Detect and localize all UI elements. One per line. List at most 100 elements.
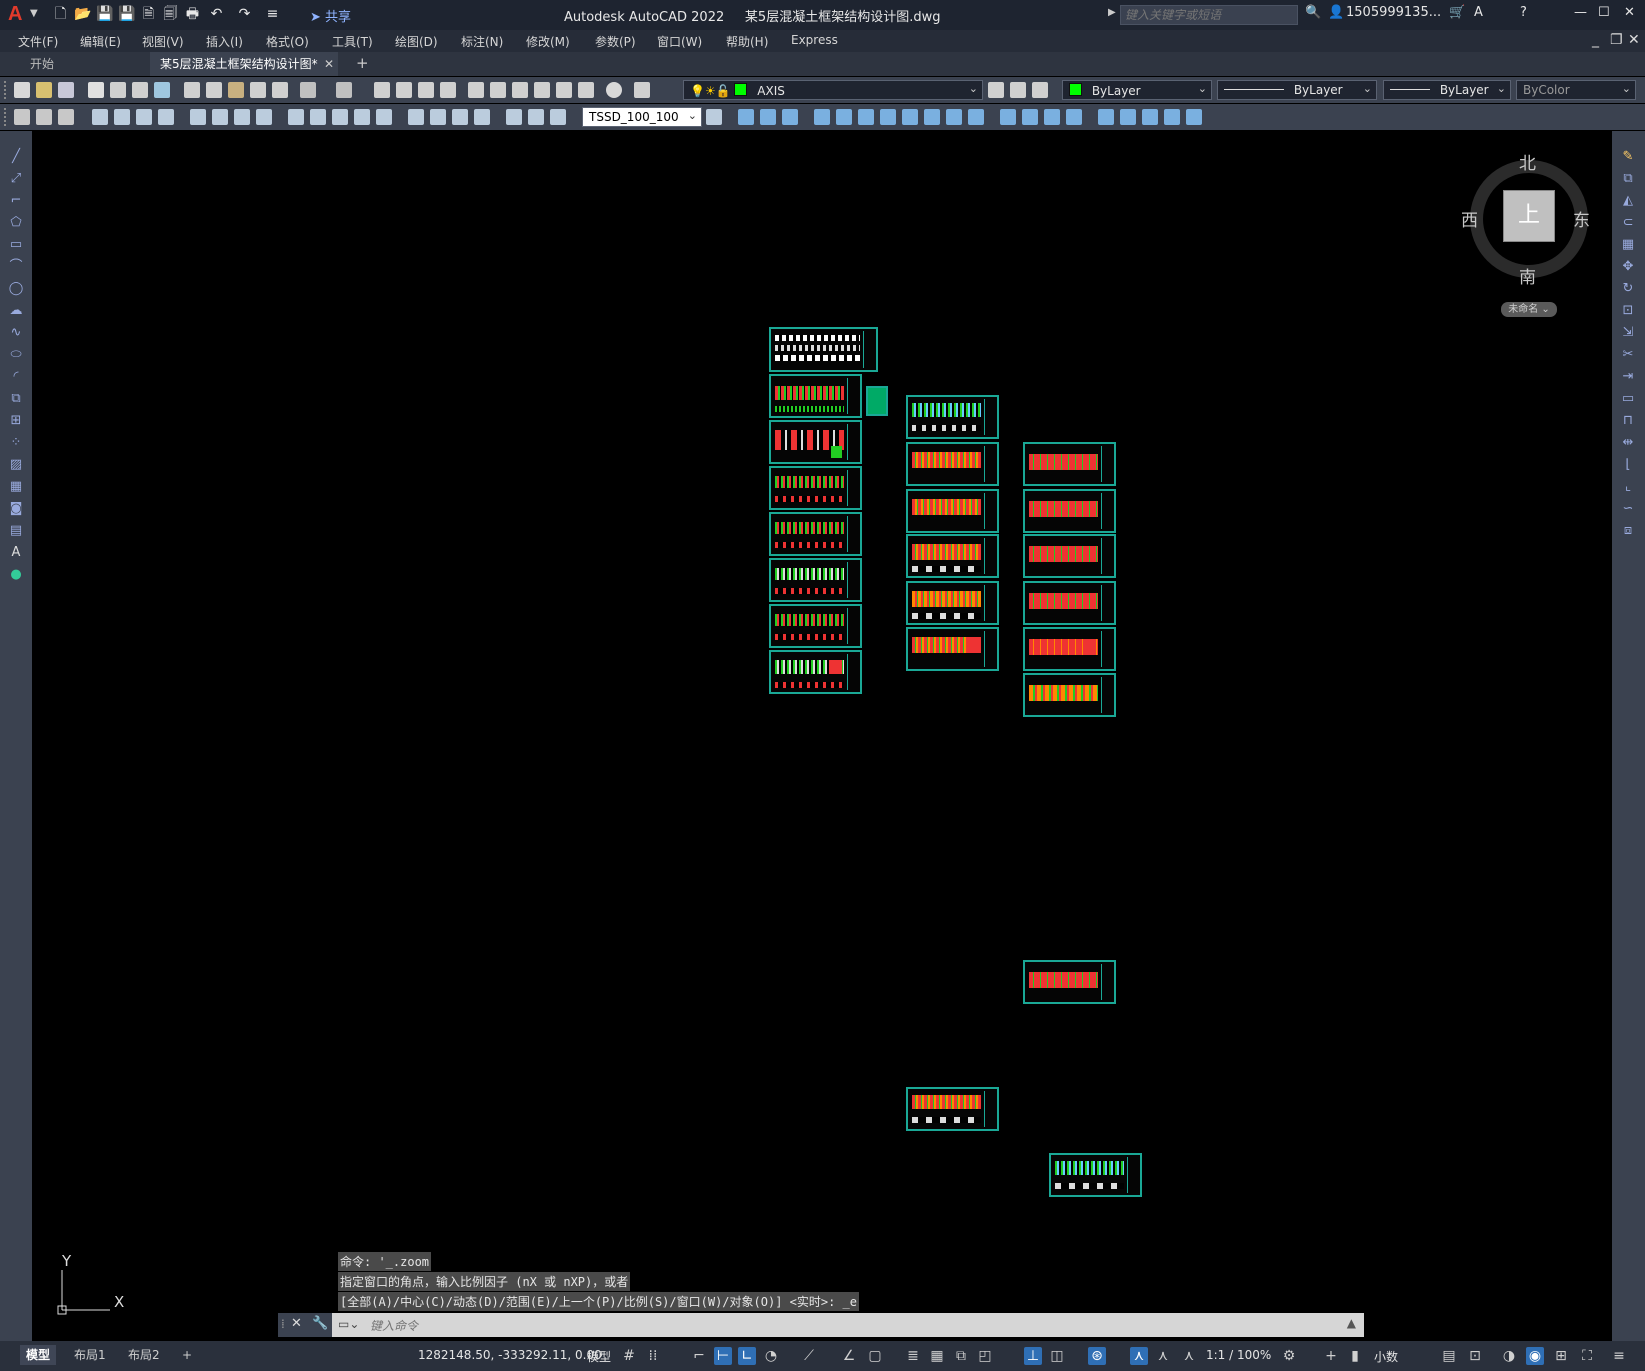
polygon-icon[interactable]: ⬠: [8, 215, 24, 231]
layer-state-icon[interactable]: [1032, 82, 1048, 98]
doc-restore-icon[interactable]: ❐: [1610, 32, 1623, 48]
model-space-button[interactable]: 模型: [587, 1348, 611, 1365]
ungroup-icon[interactable]: [1164, 109, 1180, 125]
diameter-dimension-icon[interactable]: [234, 109, 250, 125]
layer-dropdown[interactable]: 💡☀🔓 AXIS ⌄: [683, 80, 983, 100]
make-current-layer-icon[interactable]: [988, 82, 1004, 98]
boundary-icon[interactable]: [1186, 109, 1202, 125]
move-icon[interactable]: [858, 109, 874, 125]
match-properties-icon[interactable]: [250, 82, 266, 98]
drawing-sheet[interactable]: [769, 558, 862, 602]
radius-dimension-icon[interactable]: [190, 109, 206, 125]
jogged-linear-icon[interactable]: [474, 109, 490, 125]
tssd-tool-icon[interactable]: [58, 109, 74, 125]
search-icon[interactable]: 🔍: [1305, 5, 1321, 20]
new-icon[interactable]: 🗋: [52, 6, 69, 23]
tab-close-icon[interactable]: ✕: [324, 52, 334, 76]
customize-quick-access-icon[interactable]: ≡: [264, 6, 281, 23]
chamfer-icon[interactable]: ⌊: [1620, 457, 1636, 473]
fillet-icon[interactable]: [1066, 109, 1082, 125]
copy-object-icon[interactable]: [760, 109, 776, 125]
save-icon[interactable]: [58, 82, 74, 98]
zoom-window-icon[interactable]: [418, 82, 434, 98]
drawing-sheet-small[interactable]: [866, 386, 888, 416]
close-icon[interactable]: ✕: [291, 1316, 302, 1331]
menu-modify[interactable]: 修改(M): [526, 33, 570, 50]
annotation-visibility-icon[interactable]: ⋏: [1130, 1347, 1148, 1365]
dimension-text-edit-icon[interactable]: [528, 109, 544, 125]
close-icon[interactable]: ✕: [1624, 5, 1635, 20]
point-icon[interactable]: ⁘: [8, 435, 24, 451]
menu-view[interactable]: 视图(V): [142, 33, 184, 50]
web-save-icon[interactable]: 🗎: [140, 6, 157, 23]
move-icon[interactable]: ✥: [1620, 259, 1636, 275]
layer-previous-icon[interactable]: [1010, 82, 1026, 98]
tolerance-icon[interactable]: [408, 109, 424, 125]
menu-dimension[interactable]: 标注(N): [461, 33, 503, 50]
menu-tools[interactable]: 工具(T): [332, 33, 373, 50]
tool-palettes-icon[interactable]: [512, 82, 528, 98]
join-icon[interactable]: ⇹: [1620, 435, 1636, 451]
drawing-sheet[interactable]: [1023, 442, 1116, 486]
command-input[interactable]: [368, 1316, 1272, 1336]
viewcube-south[interactable]: 南: [1519, 263, 1536, 288]
menu-help[interactable]: 帮助(H): [726, 33, 768, 50]
array-icon[interactable]: [836, 109, 852, 125]
draworder-icon[interactable]: [1120, 109, 1136, 125]
command-prompt-icon[interactable]: ▭⌄: [338, 1317, 359, 1331]
drawing-sheet[interactable]: [1023, 673, 1116, 717]
ellipse-arc-icon[interactable]: ◜: [8, 369, 24, 385]
drawing-sheet[interactable]: [769, 420, 862, 464]
explode-icon[interactable]: ⧈: [1620, 523, 1636, 539]
fullscreen-icon[interactable]: ⛶: [1578, 1347, 1596, 1365]
snap-icon[interactable]: ⁞⁞: [644, 1347, 662, 1365]
block-editor-icon[interactable]: [272, 82, 288, 98]
pan-icon[interactable]: [374, 82, 390, 98]
add-layout-button[interactable]: +: [176, 1345, 198, 1365]
make-block-icon[interactable]: ⊞: [8, 413, 24, 429]
drawing-sheet[interactable]: [1023, 627, 1116, 671]
drawing-sheet[interactable]: [769, 466, 862, 510]
drawing-sheet[interactable]: [906, 534, 999, 578]
lineweight-icon[interactable]: ≣: [904, 1347, 922, 1365]
cut-icon[interactable]: [184, 82, 200, 98]
annotation-scale-icon[interactable]: ⋏: [1180, 1347, 1198, 1365]
baseline-dimension-icon[interactable]: [310, 109, 326, 125]
arc-length-icon[interactable]: [136, 109, 152, 125]
table-icon[interactable]: ▤: [8, 523, 24, 539]
viewcube-top-face[interactable]: 上: [1503, 190, 1555, 242]
chevron-up-icon[interactable]: ▲: [1347, 1316, 1356, 1330]
doc-minimize-icon[interactable]: _: [1592, 32, 1599, 48]
join-icon[interactable]: [1022, 109, 1038, 125]
blend-curves-icon[interactable]: ∽: [1620, 501, 1636, 517]
grid-icon[interactable]: #: [620, 1347, 638, 1365]
redo-icon[interactable]: ↷: [236, 6, 253, 23]
drawing-sheet[interactable]: [906, 627, 999, 671]
break-icon[interactable]: ⊓: [1620, 413, 1636, 429]
offset-icon[interactable]: [814, 109, 830, 125]
drawing-sheet[interactable]: [1023, 489, 1116, 533]
spline-icon[interactable]: ∿: [8, 325, 24, 341]
offset-icon[interactable]: ⊂: [1620, 215, 1636, 231]
drawing-sheet[interactable]: [906, 1087, 999, 1131]
dimension-update-icon[interactable]: [550, 109, 566, 125]
toolbar-grip[interactable]: [4, 108, 10, 126]
autodesk-app-icon[interactable]: A: [1474, 5, 1483, 20]
sheet-set-icon[interactable]: [534, 82, 550, 98]
rotate-icon[interactable]: ↻: [1620, 281, 1636, 297]
multiline-text-icon[interactable]: A: [8, 545, 24, 561]
plot-icon[interactable]: 🖶: [184, 6, 201, 23]
menu-draw[interactable]: 绘图(D): [395, 33, 438, 50]
tab-document[interactable]: 某5层混凝土框架结构设计图* ✕: [150, 52, 338, 76]
add-selected-icon[interactable]: ●: [8, 567, 24, 583]
dimension-space-icon[interactable]: [354, 109, 370, 125]
new-icon[interactable]: [14, 82, 30, 98]
drawing-sheet[interactable]: [906, 581, 999, 625]
arc-icon[interactable]: ⌒: [8, 259, 24, 275]
trim-icon[interactable]: ✂: [1620, 347, 1636, 363]
aligned-dimension-icon[interactable]: [114, 109, 130, 125]
stretch-icon[interactable]: ⇲: [1620, 325, 1636, 341]
break-at-point-icon[interactable]: ▭: [1620, 391, 1636, 407]
user-account-button[interactable]: 1505999135...: [1346, 5, 1441, 20]
clean-screen-icon[interactable]: ⊞: [1552, 1347, 1570, 1365]
